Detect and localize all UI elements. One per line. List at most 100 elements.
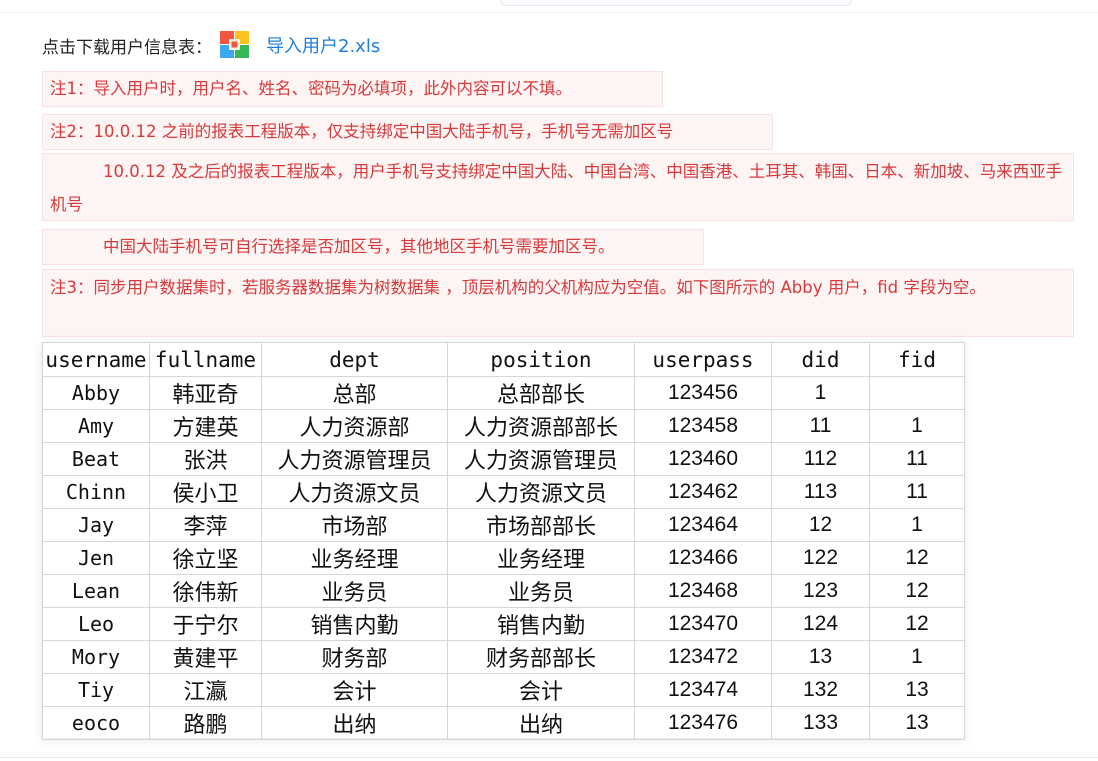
cell-userpass: 123460 [634, 442, 772, 476]
table-row: Amy 方建英 人力资源部 人力资源部部长 123458 11 1 [42, 409, 965, 443]
cell-userpass: 123464 [634, 508, 772, 542]
user-table: username fullname dept position userpass… [42, 342, 965, 740]
cell-fid: 12 [869, 574, 965, 608]
cell-did: 1 [771, 376, 870, 410]
cell-dept: 财务部 [261, 640, 448, 674]
cell-userpass: 123474 [634, 673, 772, 707]
cell-username: Chinn [42, 475, 150, 509]
cell-position: 出纳 [447, 706, 635, 740]
cell-did: 123 [771, 574, 870, 608]
cell-dept: 会计 [261, 673, 448, 707]
note-3: 注3：同步用户数据集时，若服务器数据集为树数据集 ，顶层机构的父机构应为空值。如… [42, 269, 1074, 337]
cell-position: 会计 [447, 673, 635, 707]
cell-fullname: 黄建平 [149, 640, 262, 674]
cell-fid: 1 [869, 640, 965, 674]
cell-position: 销售内勤 [447, 607, 635, 641]
cell-fid [869, 376, 965, 410]
cell-fullname: 李萍 [149, 508, 262, 542]
cell-did: 122 [771, 541, 870, 575]
cell-username: Leo [42, 607, 150, 641]
cell-fullname: 徐立坚 [149, 541, 262, 575]
cell-position: 人力资源文员 [447, 475, 635, 509]
header-position: position [447, 342, 635, 377]
cell-userpass: 123476 [634, 706, 772, 740]
cell-userpass: 123458 [634, 409, 772, 443]
cell-did: 132 [771, 673, 870, 707]
header-username: username [42, 342, 150, 377]
download-row: 点击下载用户信息表： 导入用户2.xls [42, 30, 380, 60]
cell-username: Jay [42, 508, 150, 542]
cell-username: Mory [42, 640, 150, 674]
header-fid: fid [869, 342, 965, 377]
cell-username: Beat [42, 442, 150, 476]
table-row: Lean 徐伟新 业务员 业务员 123468 123 12 [42, 574, 965, 608]
cell-fullname: 方建英 [149, 409, 262, 443]
cell-dept: 业务经理 [261, 541, 448, 575]
note-2-continuation: 10.0.12 及之后的报表工程版本，用户手机号支持绑定中国大陆、中国台湾、中国… [42, 153, 1074, 221]
table-row: Mory 黄建平 财务部 财务部部长 123472 13 1 [42, 640, 965, 674]
header-userpass: userpass [634, 342, 772, 377]
table-row: Tiy 江瀛 会计 会计 123474 132 13 [42, 673, 965, 707]
cell-dept: 人力资源文员 [261, 475, 448, 509]
cell-dept: 总部 [261, 376, 448, 410]
header-dept: dept [261, 342, 448, 377]
cell-position: 总部部长 [447, 376, 635, 410]
header-fullname: fullname [149, 342, 262, 377]
top-scroll-pill [500, 0, 852, 6]
table-row: Jay 李萍 市场部 市场部部长 123464 12 1 [42, 508, 965, 542]
cell-fullname: 路鹏 [149, 706, 262, 740]
cell-username: Tiy [42, 673, 150, 707]
table-row: Leo 于宁尔 销售内勤 销售内勤 123470 124 12 [42, 607, 965, 641]
note-2-text: 注2：10.0.12 之前的报表工程版本，仅支持绑定中国大陆手机号，手机号无需加… [50, 122, 674, 141]
cell-fid: 12 [869, 607, 965, 641]
header-did: did [771, 342, 870, 377]
cell-dept: 市场部 [261, 508, 448, 542]
cell-position: 人力资源部部长 [447, 409, 635, 443]
note-2-continuation-text: 10.0.12 及之后的报表工程版本，用户手机号支持绑定中国大陆、中国台湾、中国… [50, 162, 1063, 214]
download-file-link[interactable]: 导入用户2.xls [266, 32, 380, 58]
cell-dept: 人力资源管理员 [261, 442, 448, 476]
cell-userpass: 123462 [634, 475, 772, 509]
cell-username: Lean [42, 574, 150, 608]
cell-fid: 11 [869, 475, 965, 509]
cell-did: 13 [771, 640, 870, 674]
cell-userpass: 123468 [634, 574, 772, 608]
user-table-image: username fullname dept position userpass… [42, 342, 965, 740]
cell-fid: 12 [869, 541, 965, 575]
table-row: Beat 张洪 人力资源管理员 人力资源管理员 123460 112 11 [42, 442, 965, 476]
cell-position: 人力资源管理员 [447, 442, 635, 476]
cell-did: 124 [771, 607, 870, 641]
cell-fullname: 侯小卫 [149, 475, 262, 509]
note-3-text: 注3：同步用户数据集时，若服务器数据集为树数据集 ，顶层机构的父机构应为空值。如… [50, 278, 986, 297]
cell-fullname: 江瀛 [149, 673, 262, 707]
note-2-continuation-2-text: 中国大陆手机号可自行选择是否加区号，其他地区手机号需要加区号。 [103, 237, 615, 256]
cell-username: Amy [42, 409, 150, 443]
cell-fid: 11 [869, 442, 965, 476]
table-row: Chinn 侯小卫 人力资源文员 人力资源文员 123462 113 11 [42, 475, 965, 509]
cell-fullname: 张洪 [149, 442, 262, 476]
cell-fid: 1 [869, 508, 965, 542]
cell-position: 市场部部长 [447, 508, 635, 542]
note-1: 注1：导入用户时，用户名、姓名、密码为必填项，此外内容可以不填。 [42, 71, 663, 107]
cell-did: 113 [771, 475, 870, 509]
cell-username: Jen [42, 541, 150, 575]
cell-userpass: 123470 [634, 607, 772, 641]
table-row: Abby 韩亚奇 总部 总部部长 123456 1 [42, 376, 965, 410]
cell-position: 业务经理 [447, 541, 635, 575]
xls-file-icon[interactable] [218, 30, 252, 60]
cell-position: 财务部部长 [447, 640, 635, 674]
bottom-divider [0, 757, 1098, 758]
note-1-text: 注1：导入用户时，用户名、姓名、密码为必填项，此外内容可以不填。 [50, 79, 572, 98]
cell-did: 11 [771, 409, 870, 443]
cell-did: 133 [771, 706, 870, 740]
cell-fullname: 徐伟新 [149, 574, 262, 608]
cell-userpass: 123472 [634, 640, 772, 674]
cell-username: eoco [42, 706, 150, 740]
cell-userpass: 123456 [634, 376, 772, 410]
download-label: 点击下载用户信息表： [42, 37, 212, 58]
note-2-continuation-2: 中国大陆手机号可自行选择是否加区号，其他地区手机号需要加区号。 [42, 229, 704, 265]
cell-dept: 业务员 [261, 574, 448, 608]
cell-fid: 13 [869, 673, 965, 707]
cell-username: Abby [42, 376, 150, 410]
cell-fid: 1 [869, 409, 965, 443]
